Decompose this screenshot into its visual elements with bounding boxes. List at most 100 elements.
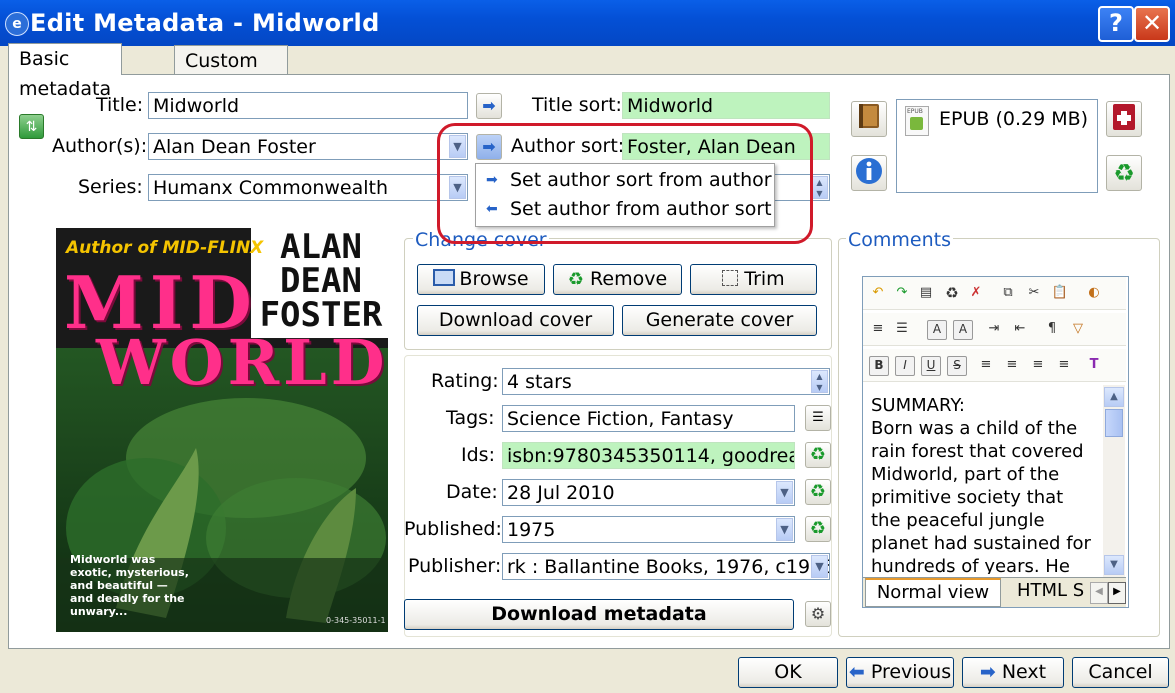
strikethrough-icon[interactable]: S [947, 356, 967, 376]
clear-icon[interactable]: ✗ [967, 284, 985, 302]
align-right-icon[interactable]: ≡ [1029, 356, 1047, 374]
previous-button[interactable]: ⬅ Previous [846, 657, 954, 688]
cancel-button[interactable]: Cancel [1072, 657, 1169, 688]
crop-icon [722, 270, 739, 286]
close-button[interactable]: ✕ [1134, 6, 1170, 42]
indent-icon[interactable]: ⇥ [985, 320, 1003, 338]
tags-input[interactable]: Science Fiction, Fantasy [502, 405, 795, 432]
italic-icon[interactable]: I [895, 356, 915, 376]
remove-cover-button[interactable]: ♻ Remove [553, 264, 682, 295]
menu-item-label: Set author sort from author [510, 169, 772, 191]
change-cover-title: Change cover [413, 229, 549, 251]
unordered-list-icon[interactable]: ☰ [893, 320, 911, 338]
title-input[interactable]: Midworld [148, 92, 468, 119]
author-sort-input[interactable]: Foster, Alan Dean [622, 133, 830, 160]
author-sort-menu: ➡ Set author sort from author ⬅ Set auth… [475, 163, 775, 227]
tab-custom-metadata[interactable]: Custom metadata [174, 45, 289, 102]
series-index-spinner-icon[interactable]: ▲ ▼ [811, 176, 828, 199]
redo-icon[interactable]: ↷ [893, 284, 911, 302]
underline-icon[interactable]: U [921, 356, 941, 376]
tab-normal-view[interactable]: Normal view [865, 578, 1001, 607]
monitor-icon [433, 269, 456, 286]
tag-editor-list-icon[interactable]: ☰ [805, 405, 831, 431]
chevron-down-icon[interactable]: ▼ [776, 481, 793, 504]
publisher-input[interactable]: rk : Ballantine Books, 1976, c1975. ▼ [502, 553, 830, 580]
trim-cover-button[interactable]: Trim [690, 264, 817, 295]
scroll-down-icon[interactable]: ▼ [1104, 555, 1124, 575]
remove-label: Remove [590, 268, 668, 290]
series-input[interactable]: Humanx Commonwealth ▼ [148, 174, 468, 201]
tab-scroll-right-icon[interactable]: ▶ [1108, 582, 1126, 604]
color-icon[interactable]: ◐ [1085, 284, 1103, 302]
formats-list[interactable]: EPUB EPUB (0.29 MB) [896, 99, 1098, 193]
series-index-input[interactable]: ▲ ▼ [770, 174, 830, 201]
date-input[interactable]: 28 Jul 2010 ▼ [502, 479, 795, 506]
epub-badge: EPUB [907, 108, 923, 115]
info-icon[interactable] [851, 155, 887, 191]
title-sort-input[interactable]: Midworld [622, 92, 830, 119]
menu-item-set-author[interactable]: ⬅ Set author from author sort [476, 195, 772, 223]
ids-input[interactable]: isbn:9780345350114, goodreads [502, 442, 795, 469]
title-to-sort-arrow-icon[interactable]: ➡ [476, 93, 502, 119]
tab-basic-metadata[interactable]: Basic metadata [8, 43, 123, 100]
arrow-right-icon: ➡ [979, 661, 996, 683]
next-label: Next [1001, 661, 1047, 683]
next-button[interactable]: ➡ Next [962, 657, 1064, 688]
superscript-icon[interactable]: A [927, 320, 947, 340]
menu-item-set-author-sort[interactable]: ➡ Set author sort from author [476, 166, 772, 194]
info-icon-glyph [856, 158, 882, 184]
menu-item-label: Set author from author sort [510, 198, 772, 220]
select-all-icon[interactable]: ▤ [917, 284, 935, 302]
cut-icon[interactable]: ✂ [1025, 284, 1043, 302]
paragraph-icon[interactable]: ¶ [1043, 320, 1061, 338]
tab-html-source[interactable]: HTML S [1003, 578, 1093, 604]
metadata-settings-gear-icon[interactable]: ⚙ [805, 601, 831, 627]
add-format-glyph [1113, 104, 1135, 130]
clear-date-recycle-icon[interactable]: ♻ [805, 479, 831, 505]
subscript-icon[interactable]: A [953, 320, 973, 340]
generate-cover-button[interactable]: Generate cover [622, 305, 817, 336]
paste-icon[interactable]: 📋 [1051, 284, 1069, 302]
author-sort-menu-arrow-icon[interactable]: ➡ [476, 134, 502, 160]
clear-ids-recycle-icon[interactable]: ♻ [805, 442, 831, 468]
undo-icon[interactable]: ↶ [869, 284, 887, 302]
comments-scrollbar[interactable]: ▲ ▼ [1103, 385, 1125, 577]
text-color-icon[interactable]: T [1085, 356, 1103, 374]
scroll-up-icon[interactable]: ▲ [1104, 387, 1124, 407]
chevron-down-icon[interactable]: ▼ [776, 518, 793, 541]
browse-cover-button[interactable]: Browse [417, 264, 545, 295]
browse-label: Browse [459, 268, 529, 290]
authors-input[interactable]: Alan Dean Foster ▼ [148, 133, 468, 160]
filter-icon[interactable]: ▽ [1069, 320, 1087, 338]
ids-label: Ids: [461, 444, 495, 466]
ok-button[interactable]: OK [738, 657, 838, 688]
rating-input[interactable]: 4 stars ▲ ▼ [502, 368, 830, 395]
scroll-thumb[interactable] [1105, 409, 1123, 437]
rating-spinner-icon[interactable]: ▲ ▼ [811, 370, 828, 393]
date-value: 28 Jul 2010 [507, 482, 615, 504]
align-left-icon[interactable]: ≡ [977, 356, 995, 374]
chevron-down-icon[interactable]: ▼ [449, 135, 466, 158]
tab-scroll-left-icon[interactable]: ◀ [1090, 582, 1108, 604]
remove-format-icon[interactable]: ♻ [943, 284, 961, 302]
ordered-list-icon[interactable]: ≡ [869, 320, 887, 338]
download-metadata-button[interactable]: Download metadata [404, 599, 794, 630]
copy-icon[interactable]: ⧉ [999, 284, 1017, 302]
align-justify-icon[interactable]: ≡ [1055, 356, 1073, 374]
chevron-down-icon[interactable]: ▼ [449, 176, 466, 199]
published-input[interactable]: 1975 ▼ [502, 516, 795, 543]
swap-title-author-icon[interactable]: ⇅ [19, 114, 44, 139]
bold-icon[interactable]: B [869, 356, 889, 376]
help-button[interactable]: ? [1098, 6, 1134, 42]
remove-format-recycle-icon[interactable]: ♻ [1106, 155, 1142, 191]
published-value: 1975 [507, 519, 556, 541]
format-entry-epub[interactable]: EPUB (0.29 MB) [939, 108, 1088, 130]
align-center-icon[interactable]: ≡ [1003, 356, 1021, 374]
comments-text[interactable]: SUMMARY: Born was a child of the rain fo… [871, 394, 1096, 574]
clear-published-recycle-icon[interactable]: ♻ [805, 516, 831, 542]
chevron-down-icon[interactable]: ▼ [811, 555, 828, 578]
book-icon[interactable] [851, 101, 887, 137]
add-format-icon[interactable] [1106, 101, 1142, 137]
download-cover-button[interactable]: Download cover [417, 305, 614, 336]
outdent-icon[interactable]: ⇤ [1011, 320, 1029, 338]
